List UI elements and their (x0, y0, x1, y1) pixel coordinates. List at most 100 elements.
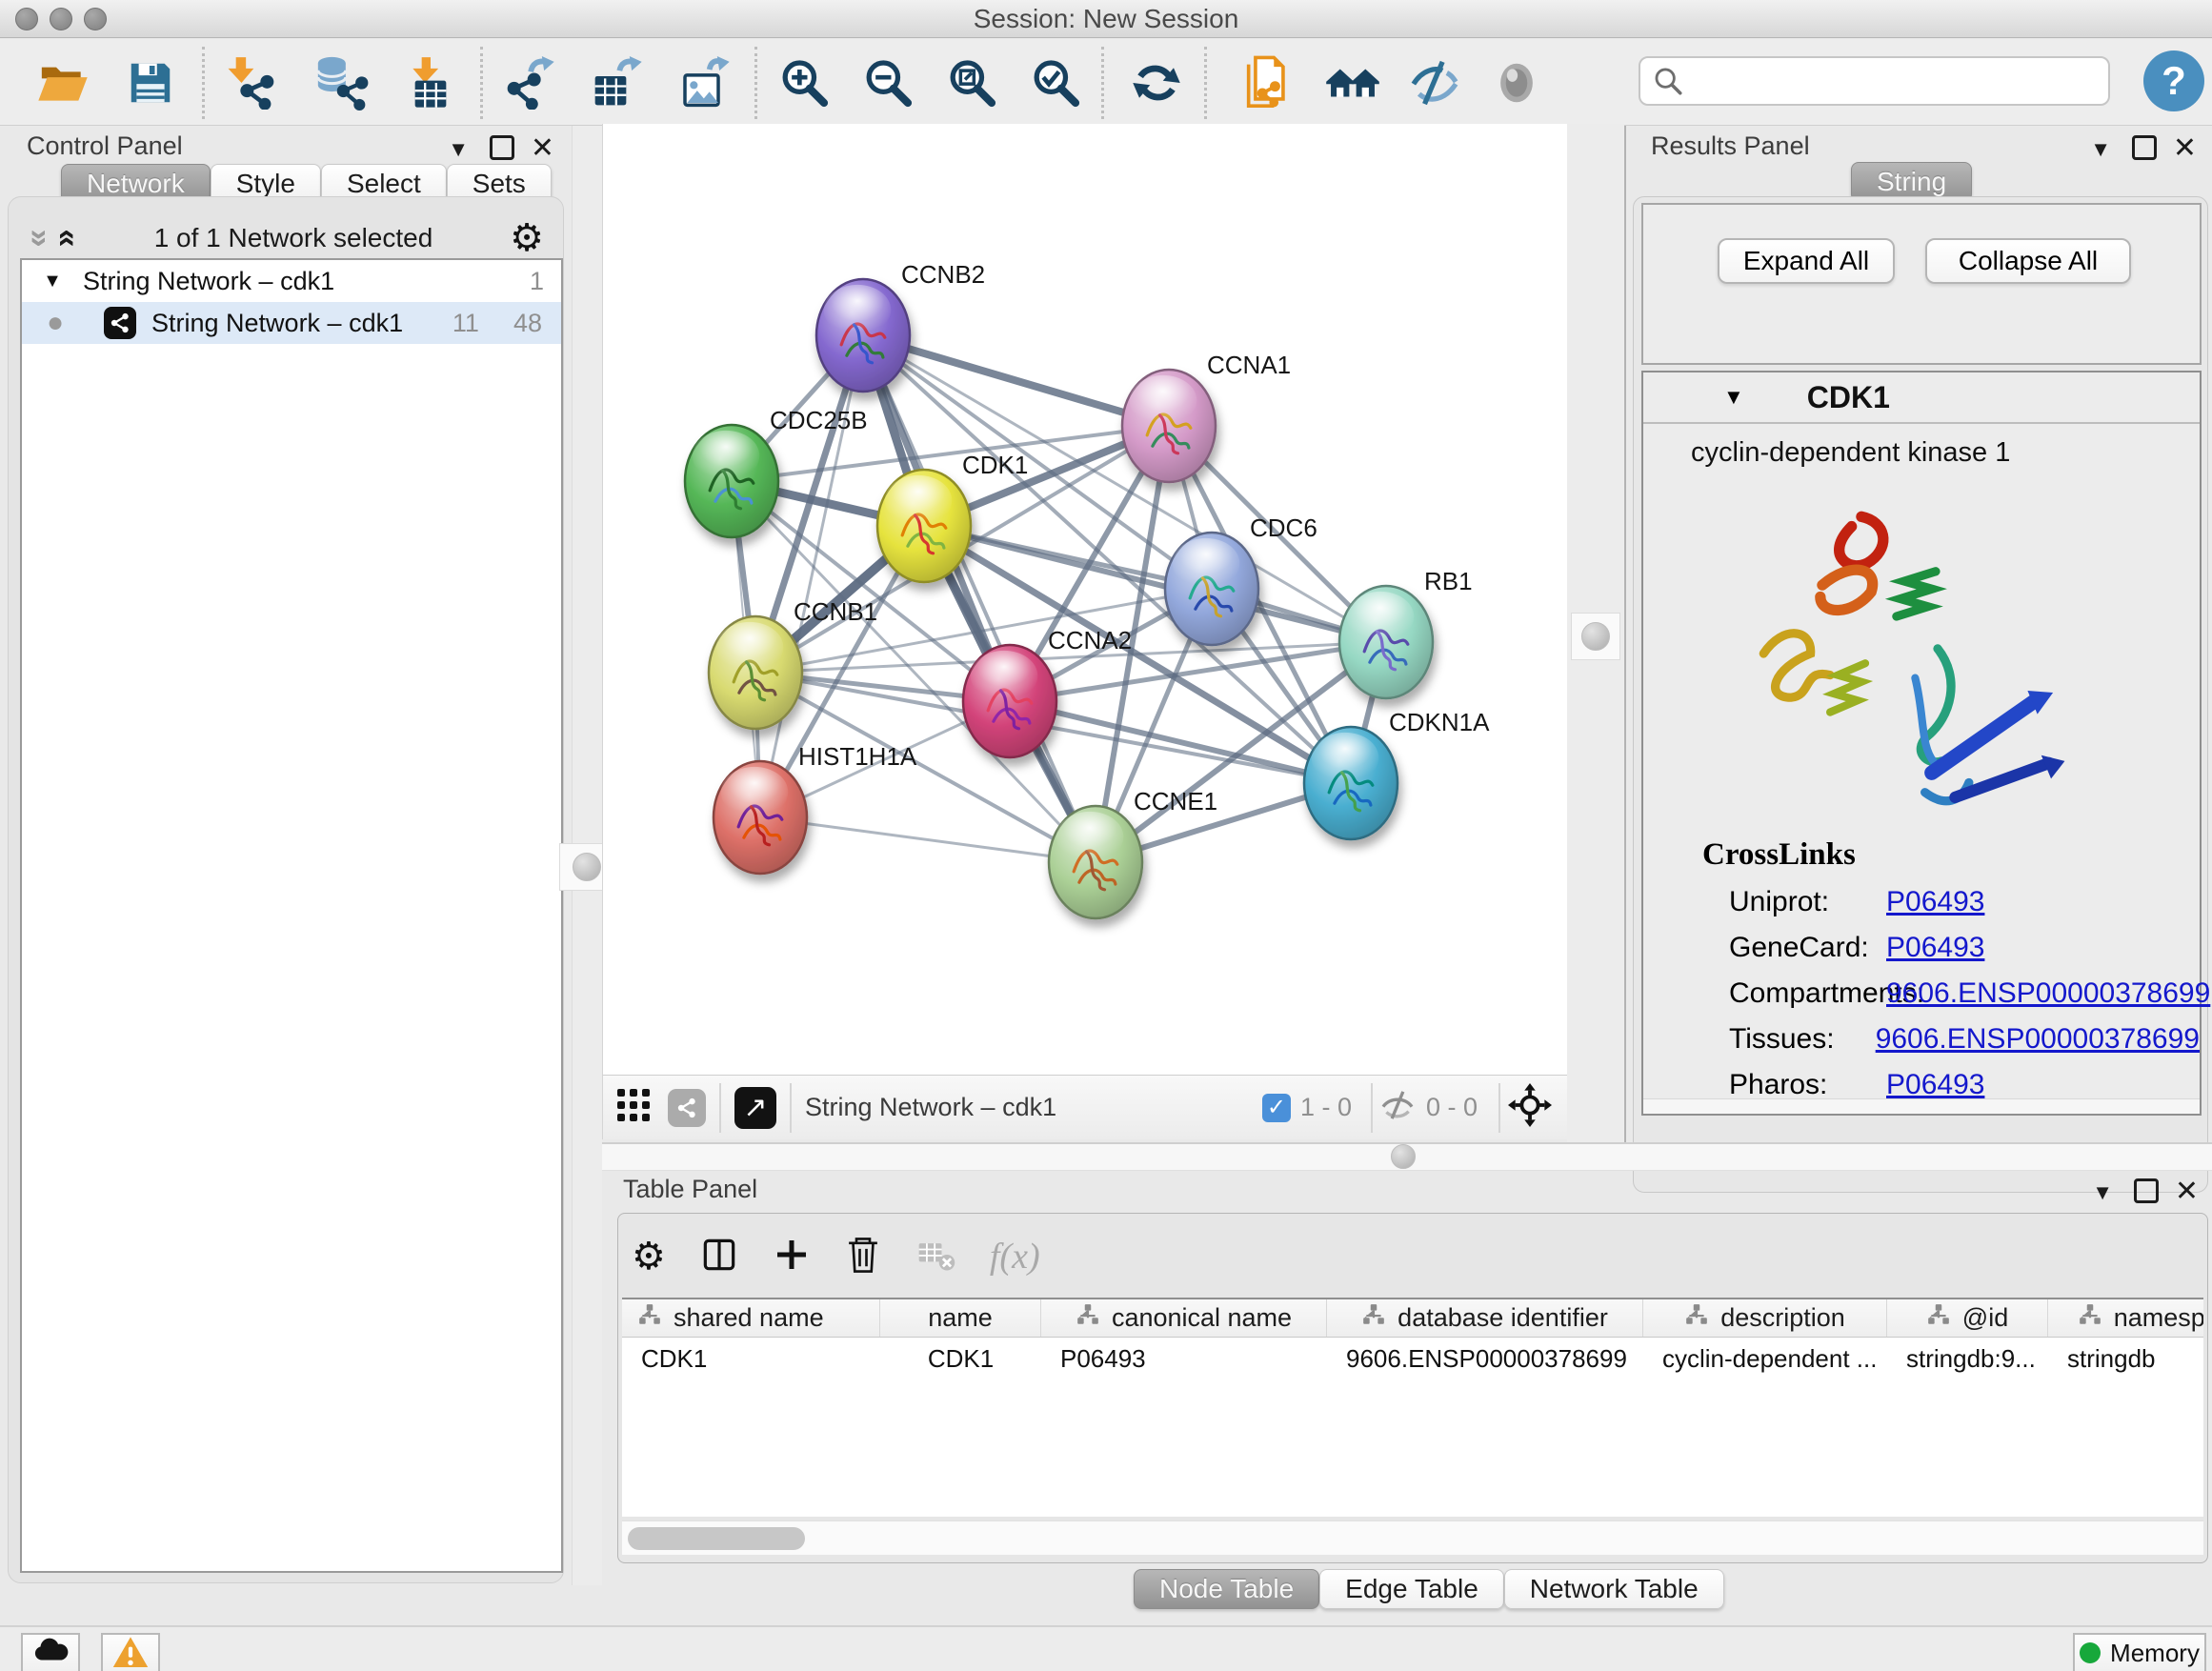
close-panel-icon[interactable]: ✕ (2175, 1175, 2199, 1208)
function-builder-icon[interactable]: f(x) (990, 1236, 1040, 1278)
splitter-knob[interactable] (1581, 622, 1610, 651)
table-h-scrollbar[interactable] (622, 1520, 2203, 1555)
edge-CCNE1-HIST1H1A[interactable] (760, 817, 1096, 862)
collection-expander-icon[interactable]: ▼ (22, 271, 83, 292)
zoom-selected-button[interactable] (1021, 50, 1090, 115)
detach-view-icon[interactable]: ↗ (734, 1087, 776, 1129)
import-network-database-button[interactable] (307, 50, 375, 115)
table-cell[interactable]: CDK1 (880, 1344, 1041, 1374)
results-scrollbar[interactable] (1643, 1098, 2200, 1114)
tab-network-table[interactable]: Network Table (1504, 1569, 1724, 1609)
delete-table-icon[interactable] (915, 1234, 957, 1280)
first-neighbors-button[interactable] (1318, 50, 1387, 115)
hide-selected-button[interactable] (1400, 50, 1469, 115)
warnings-button[interactable] (101, 1633, 160, 1671)
delete-column-trash-icon[interactable] (843, 1235, 883, 1279)
node-RB1[interactable]: RB1 (1339, 567, 1473, 698)
column-header-shared-name[interactable]: shared name (622, 1299, 880, 1337)
network-collection-row[interactable]: ▼ String Network – cdk1 1 (22, 260, 561, 302)
edge-CDK1-RB1[interactable] (924, 526, 1386, 642)
tab-edge-table[interactable]: Edge Table (1319, 1569, 1504, 1609)
table-cell[interactable]: CDK1 (622, 1344, 880, 1374)
search-input[interactable] (1694, 66, 2097, 97)
panel-menu-icon[interactable]: ▼ (2090, 137, 2111, 162)
edge-CCNB2-CCNE1[interactable] (863, 335, 1096, 862)
panel-menu-icon[interactable]: ▼ (448, 137, 469, 162)
left-splitter[interactable] (572, 126, 602, 1585)
close-panel-icon[interactable]: ✕ (2173, 131, 2197, 165)
show-columns-icon[interactable] (698, 1234, 740, 1280)
zoom-in-button[interactable] (770, 50, 838, 115)
network-from-selection-button[interactable] (1233, 50, 1301, 115)
table-cell[interactable]: P06493 (1041, 1344, 1327, 1374)
crosslink-link[interactable]: P06493 (1886, 886, 1984, 918)
node-label-CCNA1: CCNA1 (1207, 351, 1291, 379)
add-column-icon[interactable] (773, 1236, 811, 1278)
column-header-canonical-name[interactable]: canonical name (1041, 1299, 1327, 1337)
table-cell[interactable]: 9606.ENSP00000378699 (1327, 1344, 1643, 1374)
crosslink-link[interactable]: P06493 (1886, 1069, 1984, 1101)
expand-all-networks-icon[interactable]: « (51, 230, 84, 248)
cloud-button[interactable] (21, 1633, 80, 1671)
table-cell[interactable]: stringdb (2048, 1344, 2203, 1374)
crosslink-link[interactable]: 9606.ENSP00000378699 (1876, 1023, 2200, 1056)
open-session-button[interactable] (29, 50, 97, 115)
apply-layout-button[interactable] (1122, 50, 1191, 115)
zoom-fit-icon (945, 56, 998, 110)
collapse-all-networks-icon[interactable]: « (20, 230, 52, 248)
column-header-description[interactable]: description (1643, 1299, 1887, 1337)
network-row[interactable]: ● String Network – cdk1 11 48 (22, 302, 561, 344)
fit-selected-crosshair-icon[interactable] (1508, 1083, 1552, 1132)
node-CCNE1[interactable]: CCNE1 (1049, 787, 1217, 918)
save-session-button[interactable] (116, 50, 185, 115)
table-panel-splitter[interactable] (602, 1142, 2212, 1171)
export-table-button[interactable] (583, 50, 652, 115)
import-network-file-button[interactable] (217, 50, 286, 115)
import-table-button[interactable] (396, 50, 465, 115)
column-header-@id[interactable]: @id (1887, 1299, 2048, 1337)
splitter-knob[interactable] (1391, 1144, 1416, 1169)
right-splitter[interactable] (1567, 124, 1624, 1142)
table-row[interactable]: CDK1CDK1P064939606.ENSP00000378699cyclin… (622, 1338, 2203, 1379)
node-CCNB1[interactable]: CCNB1 (709, 597, 877, 729)
network-canvas[interactable]: CCNB2CCNA1CDC25BCDK1CDC6RB1CCNB1CCNA2CDK… (602, 124, 1567, 1075)
table-cell[interactable]: stringdb:9... (1887, 1344, 2048, 1374)
column-header-database-identifier[interactable]: database identifier (1327, 1299, 1643, 1337)
crosslink-link[interactable]: 9606.ENSP00000378699 (1886, 977, 2210, 1010)
show-hidden-button[interactable] (1482, 50, 1551, 115)
selected-count-checkbox[interactable]: ✓ (1262, 1094, 1291, 1122)
node-CDKN1A[interactable]: CDKN1A (1304, 708, 1490, 839)
memory-button[interactable]: Memory (2073, 1633, 2206, 1671)
column-header-namespace[interactable]: namespace (2048, 1299, 2203, 1337)
expand-all-button[interactable]: Expand All (1718, 238, 1895, 284)
export-network-button[interactable] (495, 50, 564, 115)
table-cell[interactable]: cyclin-dependent ... (1643, 1344, 1887, 1374)
float-panel-icon[interactable] (2132, 135, 2157, 160)
table-settings-gear-icon[interactable]: ⚙ (632, 1235, 666, 1278)
export-image-button[interactable] (671, 50, 739, 115)
network-options-gear-icon[interactable]: ⚙ (510, 216, 544, 260)
crosslink-link[interactable]: P06493 (1886, 932, 1984, 964)
splitter-knob[interactable] (573, 853, 601, 881)
float-panel-icon[interactable] (490, 135, 514, 160)
panel-menu-icon[interactable]: ▼ (2092, 1180, 2113, 1205)
collapse-all-button[interactable]: Collapse All (1925, 238, 2131, 284)
column-header-name[interactable]: name (880, 1299, 1041, 1337)
zoom-out-button[interactable] (854, 50, 922, 115)
refresh-layout-icon (1131, 57, 1182, 109)
float-panel-icon[interactable] (2134, 1178, 2159, 1203)
scrollbar-thumb[interactable] (628, 1527, 805, 1550)
hidden-eye-icon[interactable] (1378, 1086, 1417, 1129)
gene-header-row[interactable]: ▼ CDK1 (1643, 372, 2200, 424)
grid-view-icon[interactable] (616, 1088, 651, 1127)
collapse-entry-icon[interactable]: ▼ (1723, 385, 1744, 410)
zoom-fit-button[interactable] (937, 50, 1006, 115)
search-box[interactable] (1639, 56, 2110, 106)
node-CDK1[interactable]: CDK1 (877, 451, 1028, 582)
tab-node-table[interactable]: Node Table (1134, 1569, 1319, 1609)
network-view-share-icon[interactable] (668, 1089, 706, 1127)
close-panel-icon[interactable]: ✕ (531, 131, 554, 165)
node-CDC6[interactable]: CDC6 (1165, 513, 1317, 645)
node-HIST1H1A[interactable]: HIST1H1A (714, 742, 917, 874)
help-button[interactable]: ? (2143, 50, 2204, 111)
